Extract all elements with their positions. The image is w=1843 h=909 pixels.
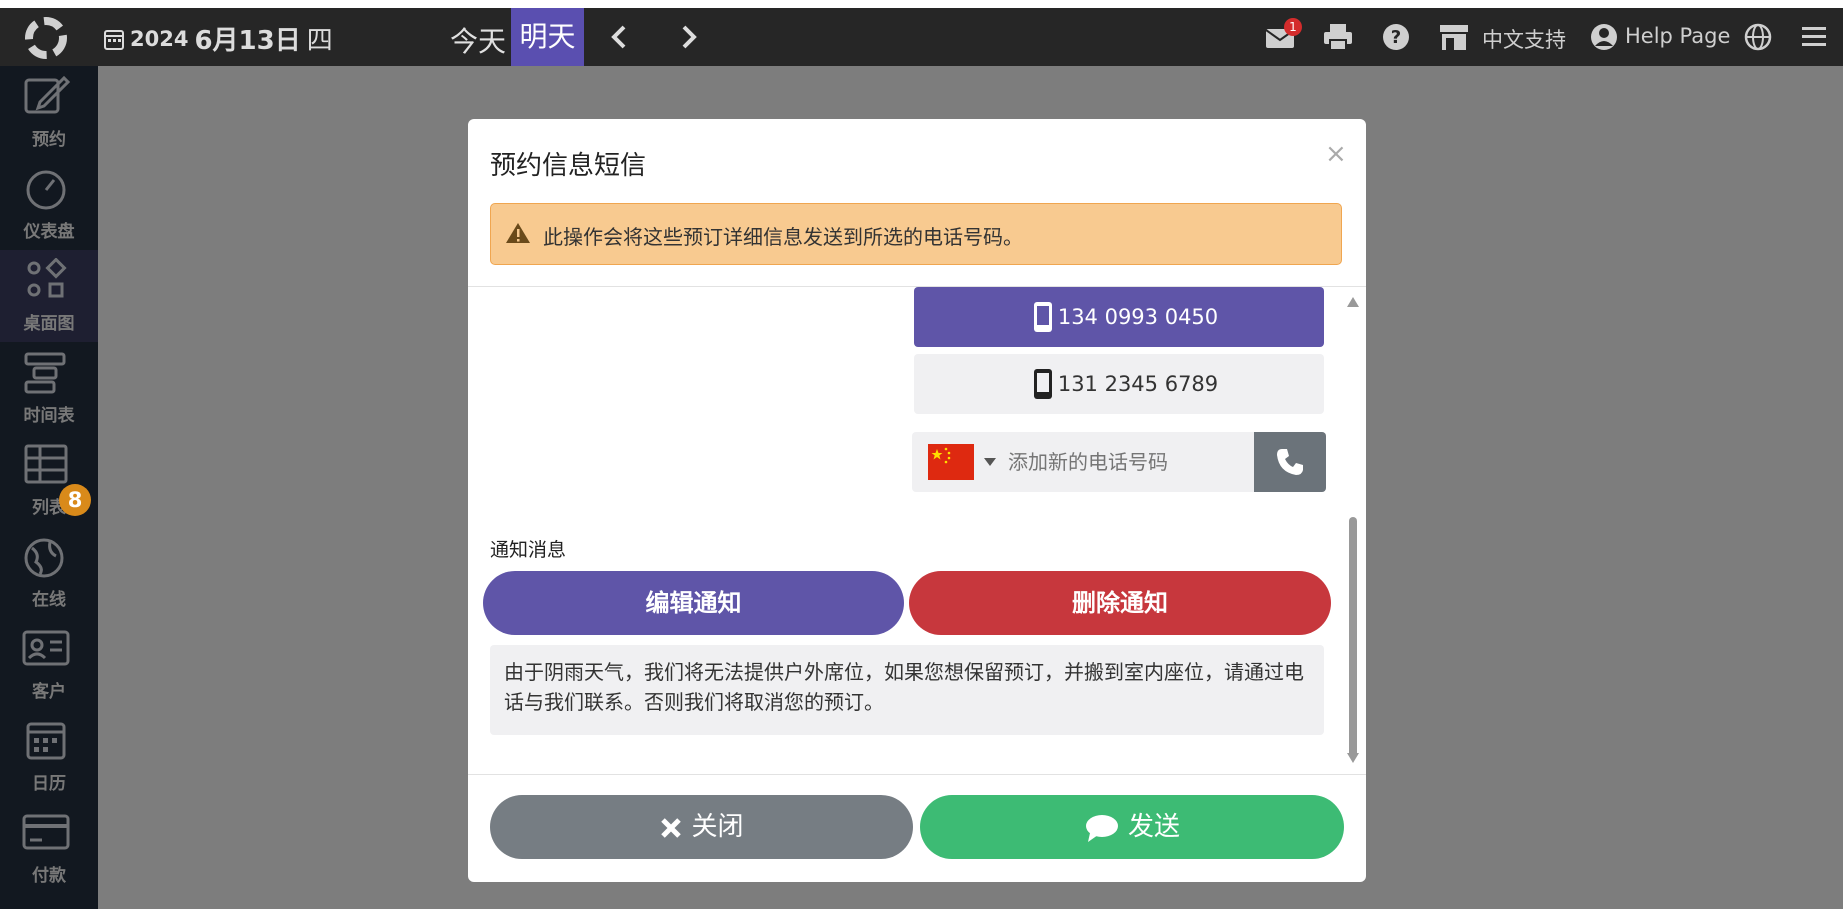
- dialog-close-icon[interactable]: ×: [1325, 139, 1347, 169]
- send-button[interactable]: 发送: [920, 795, 1344, 859]
- dialog-title: 预约信息短信: [490, 151, 647, 181]
- top-bar: 2024 6月13日 四 今天 明天 1 ? 中文支持 Help Page: [0, 8, 1843, 66]
- close-button-label: 关闭: [691, 812, 744, 842]
- mobile-phone-icon: [1034, 369, 1052, 399]
- sms-dialog: 预约信息短信 × 此操作会将这些预订详细信息发送到所选的电话号码。 134 09…: [468, 119, 1366, 882]
- divider: [468, 774, 1366, 775]
- mobile-phone-icon: [1034, 302, 1052, 332]
- mail-count-badge: 1: [1284, 18, 1302, 36]
- new-phone-input[interactable]: [1008, 442, 1238, 482]
- phone-number: 131 2345 6789: [1057, 372, 1219, 396]
- calendar-icon: [104, 29, 124, 50]
- chevron-left-icon[interactable]: [606, 22, 632, 52]
- date-weekday: 四: [306, 26, 333, 56]
- notification-label: 通知消息: [490, 539, 567, 561]
- country-dropdown-icon[interactable]: [984, 458, 996, 466]
- dialog-scrollbar[interactable]: [1346, 295, 1360, 765]
- store-icon[interactable]: [1438, 22, 1470, 52]
- phone-option[interactable]: 134 0993 0450: [914, 287, 1324, 347]
- add-phone-row: [912, 432, 1326, 492]
- date-month-day: 6月13日: [194, 26, 301, 56]
- close-x-icon: [661, 817, 682, 838]
- chat-bubble-icon: [1085, 814, 1118, 842]
- delete-notification-button[interactable]: 删除通知: [909, 571, 1331, 635]
- chinese-support-link[interactable]: 中文支持: [1482, 24, 1566, 54]
- language-globe-icon[interactable]: [1742, 22, 1774, 52]
- help-icon[interactable]: ?: [1380, 22, 1412, 52]
- phone-icon: [1277, 449, 1303, 475]
- close-button[interactable]: 关闭: [490, 795, 913, 859]
- phone-option[interactable]: 131 2345 6789: [914, 354, 1324, 414]
- user-icon[interactable]: [1588, 22, 1620, 52]
- app-logo-icon[interactable]: [20, 16, 72, 60]
- menu-icon[interactable]: [1798, 22, 1830, 52]
- phone-number: 134 0993 0450: [1057, 305, 1219, 329]
- svg-text:?: ?: [1391, 27, 1401, 48]
- add-phone-button[interactable]: [1254, 432, 1326, 492]
- warning-alert: 此操作会将这些预订详细信息发送到所选的电话号码。: [490, 203, 1342, 265]
- warning-icon: [506, 223, 530, 243]
- china-flag-icon[interactable]: [928, 444, 974, 480]
- help-page-link[interactable]: Help Page: [1625, 24, 1730, 48]
- today-button[interactable]: 今天: [450, 20, 506, 60]
- print-icon[interactable]: [1322, 22, 1354, 52]
- edit-notification-button[interactable]: 编辑通知: [483, 571, 904, 635]
- online-count-badge: 8: [59, 484, 91, 516]
- date-display[interactable]: 2024 6月13日 四: [104, 20, 333, 57]
- send-button-label: 发送: [1127, 812, 1180, 842]
- tomorrow-button[interactable]: 明天: [511, 8, 584, 66]
- chevron-right-icon[interactable]: [676, 22, 702, 52]
- app-window: 2024 6月13日 四 今天 明天 1 ? 中文支持 Help Page 预约…: [0, 8, 1843, 909]
- alert-text: 此操作会将这些预订详细信息发送到所选的电话号码。: [543, 225, 1023, 249]
- date-year: 2024: [130, 26, 189, 51]
- notification-message: 由于阴雨天气，我们将无法提供户外席位，如果您想保留预订，并搬到室内座位，请通过电…: [490, 645, 1324, 735]
